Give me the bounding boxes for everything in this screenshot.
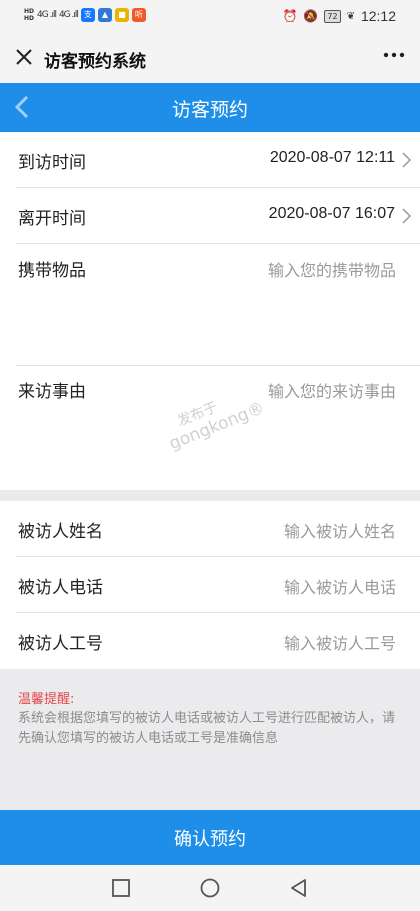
visitee-phone-label: 被访人电话 (18, 578, 103, 598)
visitee-name-row: 被访人姓名 输入被访人姓名 (0, 501, 420, 557)
alarm-icon: ⏰ (282, 9, 298, 23)
status-left: HD HD 4G .ıll 4G .ıll 支 ▲ ■ 听 (24, 8, 146, 22)
status-time: 12:12 (360, 8, 396, 24)
visitee-section: 被访人姓名 输入被访人姓名 被访人电话 输入被访人电话 被访人工号 输入被访人工… (0, 501, 420, 669)
alipay-app-icon: 支 (80, 8, 95, 22)
visit-reason-label: 来访事由 (18, 382, 86, 402)
visitee-id-label: 被访人工号 (18, 634, 103, 654)
departure-time-row[interactable]: 离开时间 2020-08-07 16:07 (0, 188, 420, 244)
visitee-name-input[interactable]: 输入被访人姓名 (284, 518, 396, 542)
chevron-right-icon (402, 208, 412, 224)
page-title: 访客预约 (171, 99, 248, 121)
square-icon[interactable] (110, 877, 132, 899)
app-icon: ▲ (97, 8, 112, 22)
battery-icon: 72 (324, 9, 341, 23)
visitee-phone-row: 被访人电话 输入被访人电话 (0, 557, 420, 613)
system-nav-bar (0, 865, 420, 911)
status-right: ⏰ 🔕 72 ❦ 12:12 (282, 8, 396, 24)
circle-icon[interactable] (199, 877, 221, 899)
departure-time-label: 离开时间 (18, 209, 86, 229)
signal-icon: 4G .ıll (37, 10, 57, 20)
arrival-time-row[interactable]: 到访时间 2020-08-07 12:11 (0, 132, 420, 188)
triangle-back-icon[interactable] (288, 877, 310, 899)
confirm-booking-button[interactable]: 确认预约 (0, 810, 420, 865)
visitee-id-input[interactable]: 输入被访人工号 (284, 630, 396, 654)
arrival-time-value[interactable]: 2020-08-07 12:11 (270, 149, 395, 167)
app-icon: ■ (114, 8, 129, 22)
mute-icon: 🔕 (303, 9, 319, 23)
reminder-box: 温馨提醒: 系统会根据您填写的被访人电话或被访人工号进行匹配被访人，请先确认您填… (18, 688, 402, 749)
visitee-id-row: 被访人工号 输入被访人工号 (0, 613, 420, 669)
status-bar: HD HD 4G .ıll 4G .ıll 支 ▲ ■ 听 ⏰ 🔕 72 ❦ 12… (0, 0, 420, 33)
app-icon: 听 (131, 8, 146, 22)
carried-items-label: 携带物品 (18, 261, 86, 281)
hd-indicator: HD HD (24, 8, 35, 22)
leaf-icon: ❦ (346, 10, 355, 22)
reminder-text: 系统会根据您填写的被访人电话或被访人工号进行匹配被访人，请先确认您填写的被访人电… (18, 711, 396, 746)
close-icon[interactable] (12, 45, 36, 69)
chevron-right-icon (402, 152, 412, 168)
more-icon[interactable] (382, 43, 406, 72)
signal-icon: 4G .ıll (58, 10, 79, 20)
departure-time-value[interactable]: 2020-08-07 16:07 (269, 205, 395, 223)
title-bar: 访客预约系统 (0, 33, 420, 83)
carried-items-input[interactable]: 输入您的携带物品 (268, 257, 396, 281)
reminder-title: 温馨提醒: (18, 692, 75, 707)
visitee-name-label: 被访人姓名 (18, 522, 103, 542)
visitee-phone-input[interactable]: 输入被访人电话 (284, 574, 396, 598)
app-title: 访客预约系统 (44, 52, 146, 72)
arrival-time-label: 到访时间 (18, 153, 86, 173)
carried-items-row: 携带物品 输入您的携带物品 (0, 244, 420, 366)
visit-reason-input[interactable]: 输入您的来访事由 (268, 378, 396, 402)
page-header: 访客预约 (0, 83, 420, 132)
